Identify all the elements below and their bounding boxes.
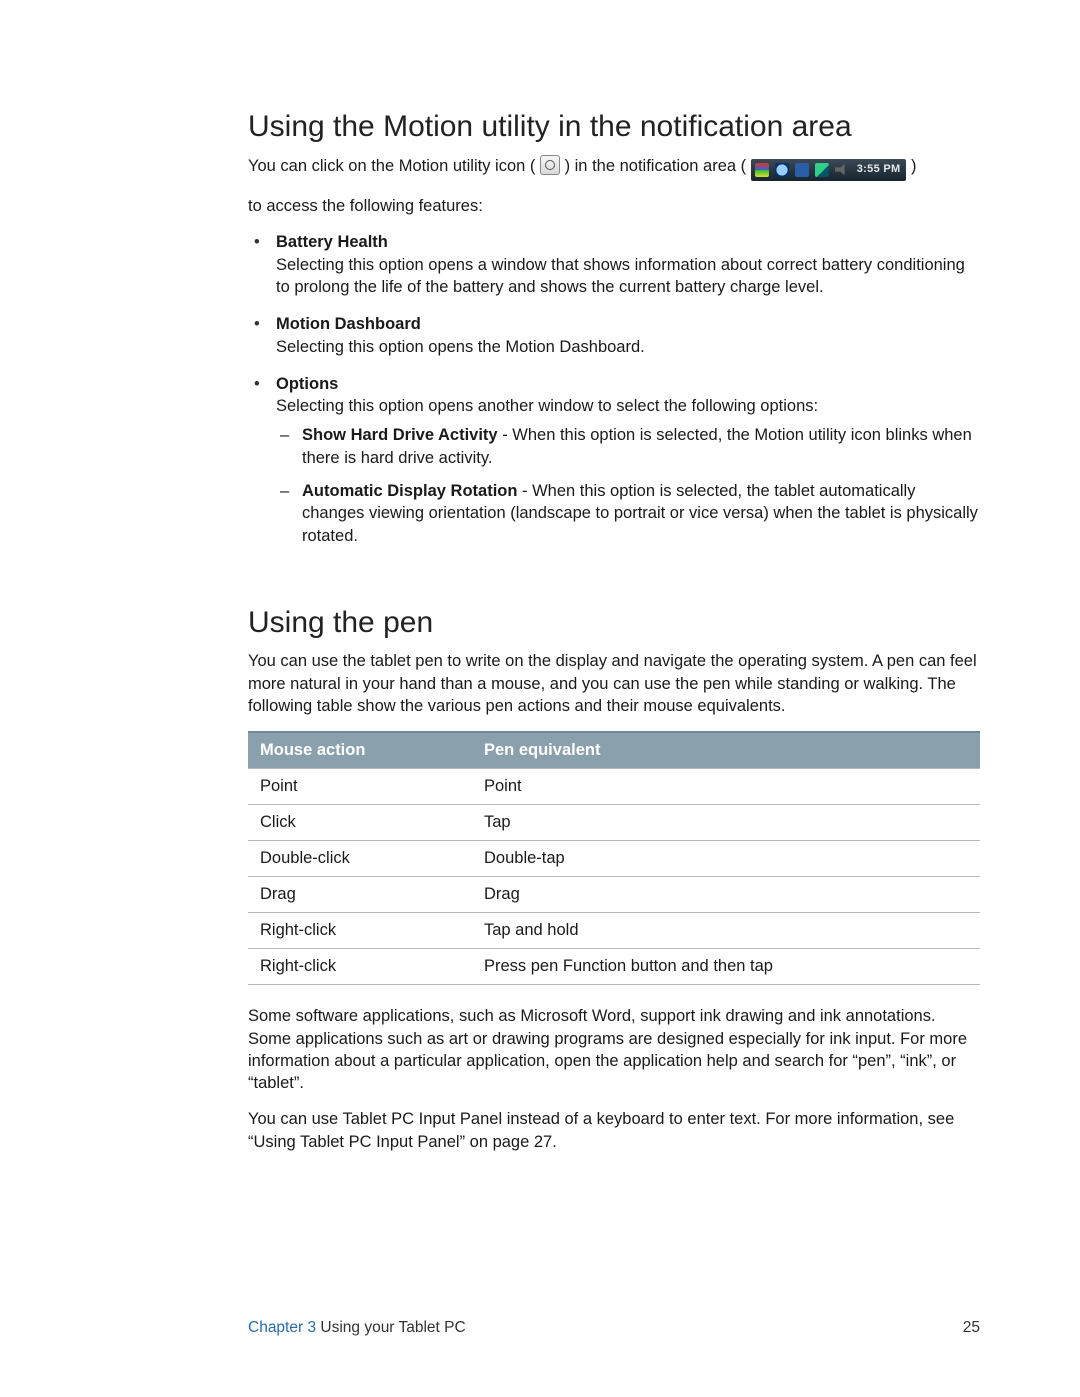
cell-pen: Tap [472, 805, 980, 841]
sub-title: Automatic Display Rotation [302, 482, 517, 500]
table-row: Click Tap [248, 805, 980, 841]
motion-utility-icon [540, 155, 560, 175]
bullet-title: Battery Health [276, 233, 388, 251]
tray-bluetooth-icon [795, 163, 809, 177]
table-row: Drag Drag [248, 877, 980, 913]
options-sublist: Show Hard Drive Activity - When this opt… [276, 424, 980, 548]
section-using-pen: Using the pen You can use the tablet pen… [248, 606, 980, 1153]
cell-pen: Double-tap [472, 841, 980, 877]
heading-using-pen: Using the pen [248, 606, 980, 641]
document-page: Using the Motion utility in the notifica… [0, 0, 1080, 1397]
table-row: Right-click Press pen Function button an… [248, 949, 980, 985]
table-header-pen: Pen equivalent [472, 732, 980, 769]
sub-title: Show Hard Drive Activity [302, 426, 498, 444]
table-row: Right-click Tap and hold [248, 913, 980, 949]
intro-text-before-icon: You can click on the Motion utility icon… [248, 157, 535, 175]
feature-bullet-list: Battery Health Selecting this option ope… [248, 231, 980, 548]
table-row: Double-click Double-tap [248, 841, 980, 877]
bullet-desc: Selecting this option opens the Motion D… [276, 336, 980, 359]
pen-intro-paragraph: You can use the tablet pen to write on t… [248, 650, 980, 717]
pen-paragraph-2: Some software applications, such as Micr… [248, 1005, 980, 1094]
footer-page-number: 25 [963, 1319, 980, 1337]
tray-flag-icon [755, 163, 769, 177]
footer-chapter-label: Chapter 3 [248, 1319, 316, 1336]
cell-mouse: Drag [248, 877, 472, 913]
bullet-desc: Selecting this option opens a window tha… [276, 254, 980, 300]
cell-pen: Point [472, 769, 980, 805]
pen-paragraph-3: You can use Tablet PC Input Panel instea… [248, 1108, 980, 1153]
bullet-title: Options [276, 375, 338, 393]
notification-area-tray: 3:55 PM [751, 159, 907, 181]
tray-clock: 3:55 PM [855, 162, 903, 177]
tray-motion-icon [775, 163, 789, 177]
list-item: Show Hard Drive Activity - When this opt… [298, 424, 980, 470]
table-row: Point Point [248, 769, 980, 805]
tray-network-icon [815, 163, 829, 177]
bullet-desc: Selecting this option opens another wind… [276, 395, 980, 418]
page-footer: Chapter 3 Using your Tablet PC 25 [248, 1319, 980, 1337]
heading-motion-utility: Using the Motion utility in the notifica… [248, 110, 980, 145]
intro-paragraph-1: You can click on the Motion utility icon… [248, 155, 980, 181]
cell-mouse: Double-click [248, 841, 472, 877]
list-item: Options Selecting this option opens anot… [272, 373, 980, 548]
list-item: Battery Health Selecting this option ope… [272, 231, 980, 299]
footer-chapter: Chapter 3 Using your Tablet PC [248, 1319, 466, 1337]
table-header-mouse: Mouse action [248, 732, 472, 769]
cell-pen: Drag [472, 877, 980, 913]
cell-mouse: Point [248, 769, 472, 805]
bullet-title: Motion Dashboard [276, 315, 421, 333]
list-item: Motion Dashboard Selecting this option o… [272, 313, 980, 359]
cell-pen: Press pen Function button and then tap [472, 949, 980, 985]
footer-chapter-title: Using your Tablet PC [316, 1319, 466, 1336]
cell-mouse: Right-click [248, 949, 472, 985]
list-item: Automatic Display Rotation - When this o… [298, 480, 980, 548]
intro-text-between: ) in the notification area ( [565, 157, 747, 175]
cell-mouse: Click [248, 805, 472, 841]
intro-text-after-tray: ) [911, 157, 917, 175]
intro-paragraph-2: to access the following features: [248, 195, 980, 217]
cell-mouse: Right-click [248, 913, 472, 949]
tray-volume-icon [835, 163, 849, 177]
pen-actions-table: Mouse action Pen equivalent Point Point … [248, 731, 980, 985]
cell-pen: Tap and hold [472, 913, 980, 949]
